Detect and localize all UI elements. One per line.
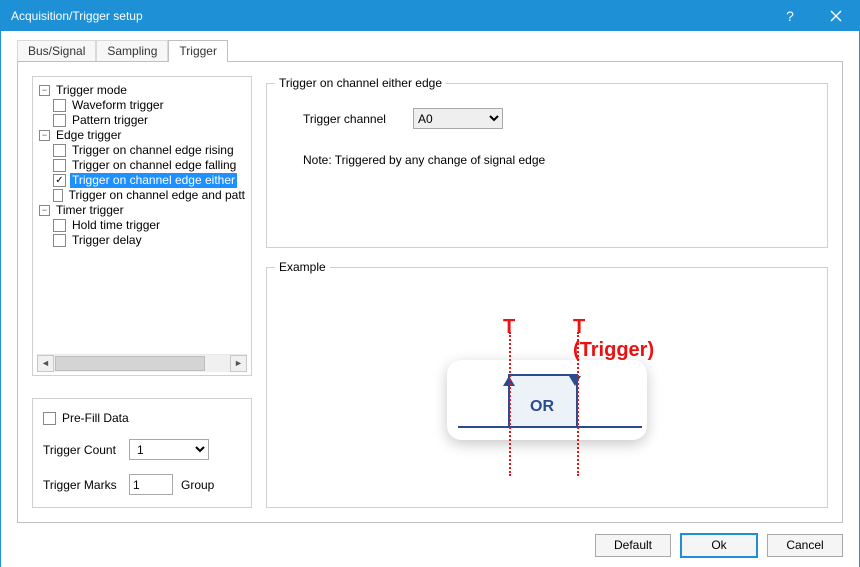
checkbox[interactable] xyxy=(53,159,66,172)
trigger-channel-row: Trigger channel A0 xyxy=(283,108,811,129)
trigger-channel-label: Trigger channel xyxy=(283,112,413,126)
edge-either-diagram: T T (Trigger) OR xyxy=(442,320,652,470)
trigger-tree-box: − Trigger mode Waveform trigger Pattern … xyxy=(32,76,252,376)
tree-node-trigger-delay[interactable]: Trigger delay xyxy=(53,233,247,248)
example-canvas: T T (Trigger) OR xyxy=(281,296,813,493)
tree-node-waveform-trigger[interactable]: Waveform trigger xyxy=(53,98,247,113)
ok-button[interactable]: Ok xyxy=(681,534,757,557)
prefill-data-row: Pre-Fill Data xyxy=(43,411,241,425)
trigger-settings-group: Trigger on channel either edge Trigger c… xyxy=(266,76,828,248)
left-settings-box: Pre-Fill Data Trigger Count 1 Trigger Ma… xyxy=(32,398,252,508)
tree-label: Trigger on channel edge and patt xyxy=(67,188,247,203)
trigger-note: Note: Triggered by any change of signal … xyxy=(283,153,811,167)
checkbox[interactable] xyxy=(53,114,66,127)
dialog-footer: Default Ok Cancel xyxy=(1,523,859,567)
scroll-thumb[interactable] xyxy=(55,356,205,371)
tree-label: Trigger on channel edge falling xyxy=(70,158,238,173)
default-button[interactable]: Default xyxy=(595,534,671,557)
trigger-settings-title: Trigger on channel either edge xyxy=(275,76,446,90)
example-group: Example T T (Trigger) OR xyxy=(266,260,828,508)
tree-node-pattern-trigger[interactable]: Pattern trigger xyxy=(53,113,247,128)
tree-node-edge-and-pattern[interactable]: Trigger on channel edge and patt xyxy=(53,188,247,203)
tree-node-edge-trigger[interactable]: − Edge trigger xyxy=(39,128,247,143)
tree-node-edge-falling[interactable]: Trigger on channel edge falling xyxy=(53,158,247,173)
trigger-marks-row: Trigger Marks Group xyxy=(43,474,241,495)
scroll-right-icon[interactable]: ► xyxy=(230,355,247,372)
titlebar: Acquisition/Trigger setup ? xyxy=(1,1,859,31)
tree-label: Edge trigger xyxy=(54,128,123,143)
tree-node-edge-rising[interactable]: Trigger on channel edge rising xyxy=(53,143,247,158)
tree-label: Trigger on channel edge either xyxy=(70,173,237,188)
right-column: Trigger on channel either edge Trigger c… xyxy=(266,76,828,508)
cancel-button[interactable]: Cancel xyxy=(767,534,843,557)
tree-label: Hold time trigger xyxy=(70,218,162,233)
left-column: − Trigger mode Waveform trigger Pattern … xyxy=(32,76,252,508)
scroll-left-icon[interactable]: ◄ xyxy=(37,355,54,372)
checkbox[interactable] xyxy=(53,99,66,112)
tree-node-trigger-mode[interactable]: − Trigger mode xyxy=(39,83,247,98)
tree-node-hold-time[interactable]: Hold time trigger xyxy=(53,218,247,233)
tree-label: Waveform trigger xyxy=(70,98,166,113)
trigger-marks-input[interactable] xyxy=(129,474,173,495)
checkbox[interactable] xyxy=(53,219,66,232)
tree-node-edge-either[interactable]: Trigger on channel edge either xyxy=(53,173,247,188)
dialog-window: Acquisition/Trigger setup ? Bus/Signal S… xyxy=(0,0,860,567)
trigger-count-select[interactable]: 1 xyxy=(129,439,209,460)
tree-label: Timer trigger xyxy=(54,203,126,218)
checkbox[interactable] xyxy=(53,144,66,157)
t-label-right: T (Trigger) xyxy=(573,316,654,362)
checkbox[interactable] xyxy=(53,234,66,247)
trigger-marks-label: Trigger Marks xyxy=(43,478,129,492)
prefill-label: Pre-Fill Data xyxy=(62,411,129,425)
arrow-down-icon xyxy=(569,376,581,386)
tree-label: Trigger mode xyxy=(54,83,129,98)
trigger-count-label: Trigger Count xyxy=(43,443,129,457)
tree-label: Trigger delay xyxy=(70,233,144,248)
collapse-icon[interactable]: − xyxy=(39,205,50,216)
group-label: Group xyxy=(181,478,214,492)
client-area: Bus/Signal Sampling Trigger − Trigger mo… xyxy=(1,31,859,567)
help-button[interactable]: ? xyxy=(767,1,813,31)
example-title: Example xyxy=(275,260,330,274)
tab-page-trigger: − Trigger mode Waveform trigger Pattern … xyxy=(17,61,843,523)
tab-trigger[interactable]: Trigger xyxy=(168,40,228,62)
or-label: OR xyxy=(530,398,554,416)
tab-sampling[interactable]: Sampling xyxy=(96,40,168,62)
checkbox[interactable] xyxy=(53,189,63,202)
trigger-vline-right xyxy=(577,332,579,476)
trigger-channel-select[interactable]: A0 xyxy=(413,108,503,129)
tree-node-timer-trigger[interactable]: − Timer trigger xyxy=(39,203,247,218)
tab-bus-signal[interactable]: Bus/Signal xyxy=(17,40,96,62)
scroll-track[interactable] xyxy=(54,355,230,372)
collapse-icon[interactable]: − xyxy=(39,85,50,96)
close-button[interactable] xyxy=(813,1,859,31)
trigger-tree[interactable]: − Trigger mode Waveform trigger Pattern … xyxy=(37,83,247,354)
collapse-icon[interactable]: − xyxy=(39,130,50,141)
window-title: Acquisition/Trigger setup xyxy=(11,9,767,23)
prefill-checkbox[interactable] xyxy=(43,412,56,425)
baseline xyxy=(458,426,642,428)
tab-strip: Bus/Signal Sampling Trigger xyxy=(17,39,859,61)
trigger-vline-left xyxy=(509,332,511,476)
tree-label: Pattern trigger xyxy=(70,113,150,128)
tree-label: Trigger on channel edge rising xyxy=(70,143,236,158)
trigger-count-row: Trigger Count 1 xyxy=(43,439,241,460)
checkbox[interactable] xyxy=(53,174,66,187)
tree-horizontal-scrollbar[interactable]: ◄ ► xyxy=(37,354,247,371)
